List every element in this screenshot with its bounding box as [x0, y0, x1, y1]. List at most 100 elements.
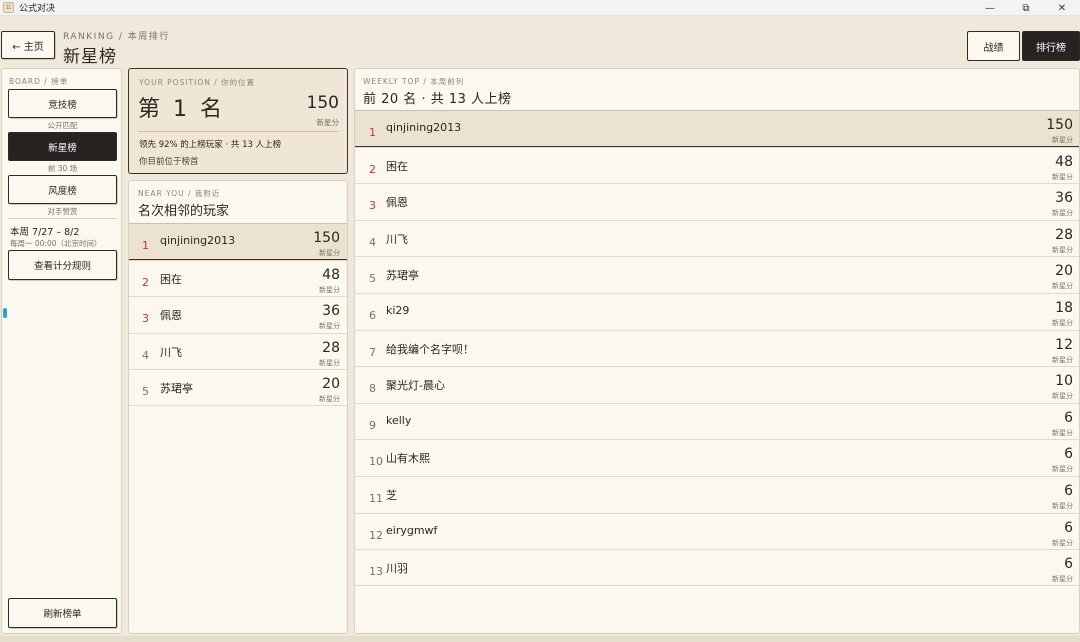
rank-number: 5 [142, 385, 149, 399]
rank-number: 11 [369, 491, 383, 505]
ranking-row[interactable]: 7 给我编个名字呗！ 12 新星分 [355, 329, 1079, 367]
player-score: 20 [322, 376, 340, 393]
player-score: 20 [1055, 263, 1073, 280]
board-competitive-button[interactable]: 竞技榜 [8, 89, 117, 118]
rank-number: 12 [369, 528, 383, 542]
rank-number: 10 [369, 455, 383, 469]
position-status-text: 你目前位于榜首 [139, 157, 199, 167]
player-name: qinjining2013 [386, 121, 462, 134]
player-score: 6 [1064, 556, 1073, 573]
score-unit: 新星分 [1052, 538, 1073, 547]
ranking-row[interactable]: 2 困在 48 新星分 [355, 146, 1079, 184]
score-unit: 新星分 [1052, 209, 1073, 218]
rank-number: 2 [142, 275, 149, 289]
position-divider [138, 131, 339, 132]
player-name: 困在 [386, 159, 408, 173]
rank-number: 3 [142, 312, 149, 326]
score-unit: 新星分 [1052, 245, 1073, 254]
score-unit: 新星分 [1052, 172, 1073, 181]
ranking-row[interactable]: 12 eirygmwf 6 新星分 [355, 512, 1079, 550]
scoring-rules-button[interactable]: 查看计分规则 [8, 250, 117, 280]
ranking-row[interactable]: 3 佩恩 36 新星分 [129, 296, 347, 333]
ranking-row[interactable]: 3 佩恩 36 新星分 [355, 183, 1079, 220]
player-name: 川羽 [386, 562, 408, 576]
player-name: 川飞 [160, 345, 182, 359]
ranking-row[interactable]: 9 kelly 6 新星分 [355, 402, 1079, 440]
score-unit: 新星分 [319, 249, 340, 257]
score-unit: 新星分 [319, 322, 340, 331]
minimize-icon[interactable]: — [972, 0, 1008, 16]
score-unit: 新星分 [1052, 465, 1073, 474]
scroll-indicator[interactable] [3, 308, 7, 318]
bottom-strip [0, 636, 1080, 642]
ranking-row[interactable]: 11 芝 6 新星分 [355, 475, 1079, 513]
rank-number: 4 [369, 235, 376, 249]
player-name: 苏珺亭 [160, 382, 193, 396]
window-titlebar: 公 公式对决 — ⧉ ✕ [0, 0, 1080, 16]
player-score: 150 [313, 230, 340, 246]
player-name: 困在 [160, 272, 182, 286]
board-sportsmanship-button[interactable]: 风度榜 [8, 175, 117, 204]
score-unit: 新星分 [319, 285, 340, 294]
ranking-row[interactable]: 10 山有木熙 6 新星分 [355, 439, 1079, 476]
position-label: YOUR POSITION / 你的位置 [139, 78, 256, 87]
ranking-row[interactable]: 2 困在 48 新星分 [129, 259, 347, 297]
close-icon[interactable]: ✕ [1044, 0, 1080, 16]
player-name: kelly [386, 413, 412, 427]
ranking-row[interactable]: 5 苏珺亭 20 新星分 [129, 369, 347, 406]
ranking-row[interactable]: 4 川飞 28 新星分 [355, 219, 1079, 257]
records-button[interactable]: 战绩 [967, 31, 1020, 61]
player-score: 36 [1055, 190, 1073, 207]
score-unit: 新星分 [1052, 501, 1073, 510]
ranking-row[interactable]: 5 苏珺亭 20 新星分 [355, 256, 1079, 293]
ranking-row[interactable]: 8 聚光灯-晨心 10 新星分 [355, 366, 1079, 403]
ranking-row[interactable]: 13 川羽 6 新星分 [355, 549, 1079, 586]
page-eyebrow: RANKING / 本周排行 [63, 32, 170, 42]
board-sportsmanship-caption: 对手赞赏 [47, 207, 78, 216]
score-unit: 新星分 [1052, 575, 1073, 584]
your-position-card: YOUR POSITION / 你的位置 第 1 名 150 新星分 领先 92… [128, 68, 348, 174]
player-name: 芝 [386, 488, 397, 502]
ranking-row[interactable]: 4 川飞 28 新星分 [129, 332, 347, 370]
weekly-top-panel: WEEKLY TOP / 本周前列 前 20 名 · 共 13 人上榜 1 qin… [354, 68, 1080, 634]
rank-number: 1 [369, 126, 376, 139]
score-unit: 新星分 [1052, 318, 1073, 327]
weekly-title: 前 20 名 · 共 13 人上榜 [363, 92, 512, 107]
player-name: eirygmwf [386, 523, 438, 537]
near-title: 名次相邻的玩家 [138, 204, 230, 219]
rank-number: 2 [369, 162, 376, 176]
player-score: 10 [1055, 373, 1073, 390]
score-unit: 新星分 [1052, 355, 1073, 364]
back-home-button[interactable]: ← 主页 [1, 31, 55, 59]
window-controls: — ⧉ ✕ [972, 0, 1080, 16]
my-ranking-row[interactable]: 1 qinjining2013 150 新星分 [355, 110, 1079, 147]
player-score: 6 [1064, 482, 1073, 499]
player-score: 150 [1046, 117, 1073, 133]
near-you-panel: NEAR YOU / 我附近 名次相邻的玩家 1 qinjining2013 150… [128, 180, 348, 634]
board-competitive-caption: 公开匹配 [47, 121, 78, 130]
score-unit: 新星分 [1052, 282, 1073, 291]
board-section-label: BOARD / 榜单 [9, 77, 69, 86]
score-unit: 新星分 [1052, 136, 1073, 144]
position-score: 150 [306, 93, 339, 113]
my-ranking-row[interactable]: 1 qinjining2013 150 新星分 [129, 223, 347, 260]
board-newstar-button[interactable]: 新星榜 [8, 132, 117, 161]
rank-number: 8 [369, 382, 376, 396]
app-logo-icon: 公 [3, 2, 14, 13]
ranking-button[interactable]: 排行榜 [1022, 31, 1080, 61]
sidebar-divider [8, 218, 117, 219]
rank-number: 6 [369, 308, 376, 322]
player-score: 6 [1064, 409, 1073, 426]
score-unit: 新星分 [1052, 428, 1073, 437]
rank-number: 3 [369, 199, 376, 213]
player-score: 18 [1055, 299, 1073, 316]
score-unit: 新星分 [319, 395, 340, 404]
refresh-board-button[interactable]: 刷新榜单 [8, 598, 117, 628]
ranking-row[interactable]: 6 ki29 18 新星分 [355, 292, 1079, 330]
rank-number: 13 [369, 565, 383, 579]
week-range: 本周 7/27 – 8/2 [10, 227, 80, 238]
page-header: ← 主页 RANKING / 本周排行 新星榜 战绩 排行榜 [0, 16, 1080, 67]
restore-icon[interactable]: ⧉ [1008, 0, 1044, 16]
player-score: 6 [1064, 446, 1073, 463]
page-title: 新星榜 [63, 47, 117, 67]
